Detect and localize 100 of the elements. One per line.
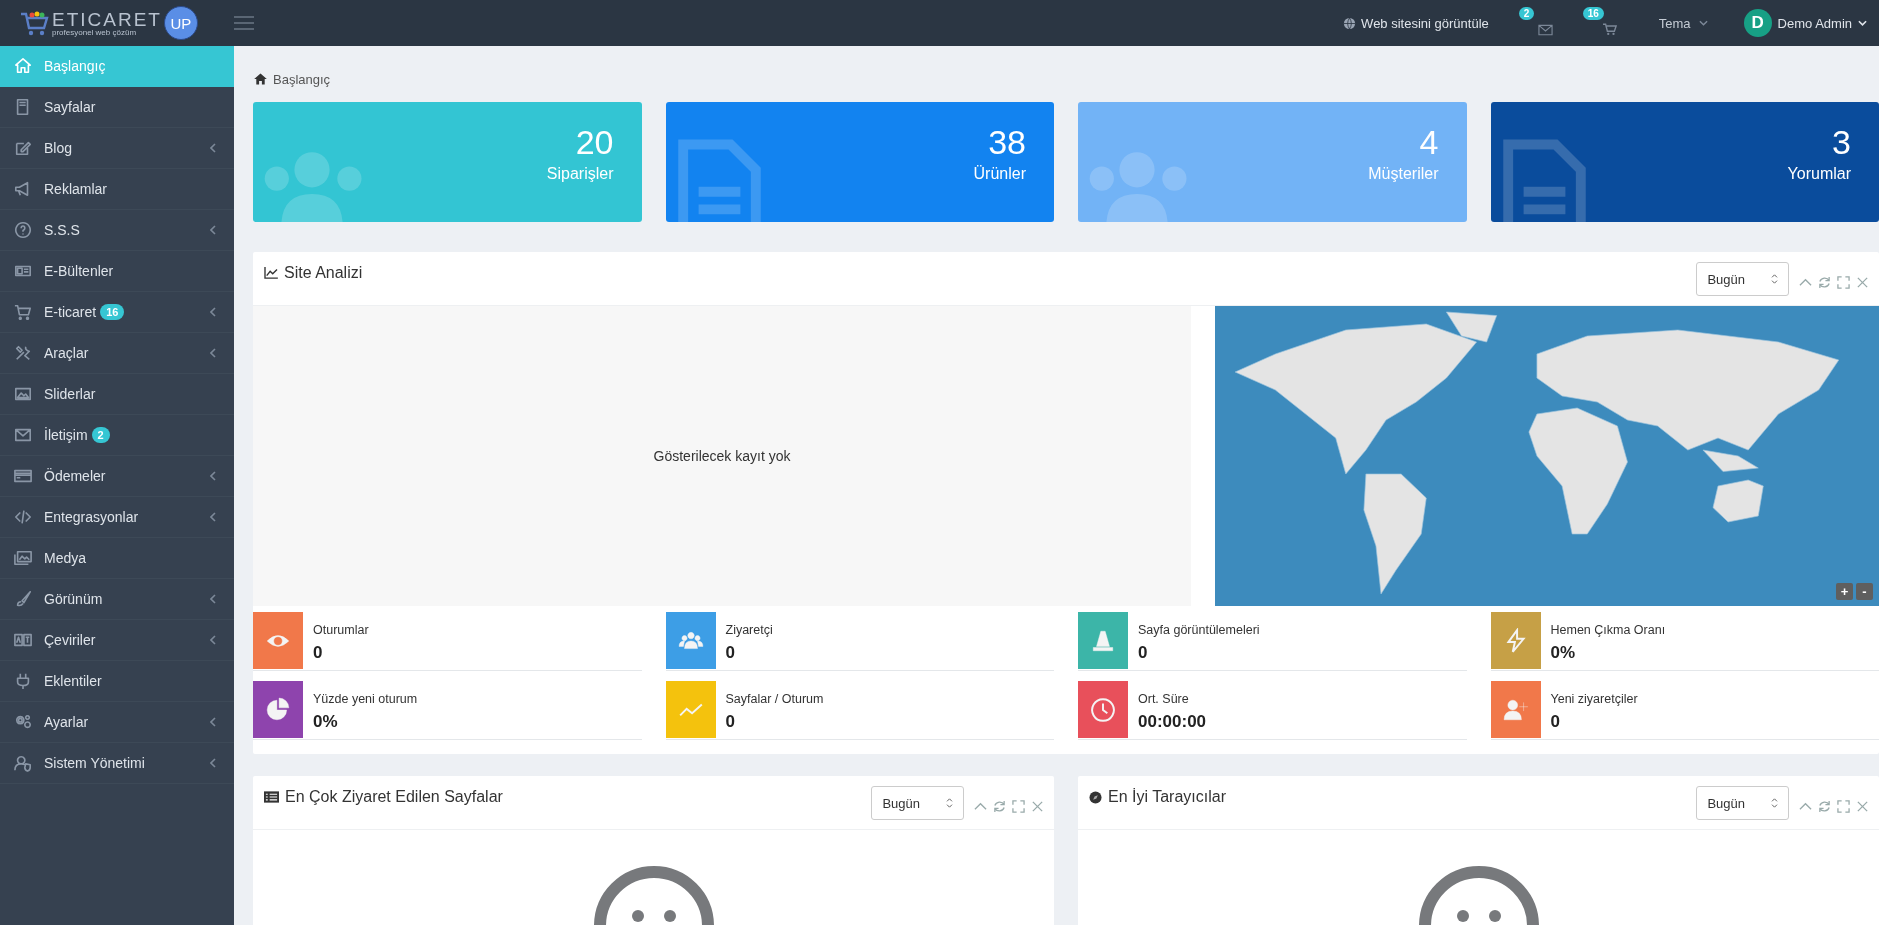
- close-icon[interactable]: [1856, 275, 1869, 289]
- menu-item-icon: [14, 467, 32, 485]
- cart-logo-icon: [20, 9, 50, 37]
- sidebar-item[interactable]: Entegrasyonlar: [0, 497, 234, 538]
- zoom-in-button[interactable]: +: [1836, 583, 1853, 600]
- metric-label: Hemen Çıkma Oranı: [1550, 623, 1666, 637]
- menu-item-icon: [14, 713, 32, 731]
- stat-value: 3: [1832, 124, 1851, 162]
- globe-icon: [1343, 16, 1357, 30]
- pie-icon: [265, 696, 291, 723]
- sidebar-item[interactable]: E-Bültenler: [0, 251, 234, 292]
- sidebar-item[interactable]: Ayarlar: [0, 702, 234, 743]
- cart-icon: [1602, 23, 1617, 36]
- menu-item-icon: [14, 754, 32, 772]
- menu-item-icon: [14, 385, 32, 403]
- sidebar-item[interactable]: Eklentiler: [0, 661, 234, 702]
- sidebar-item[interactable]: Sliderlar: [0, 374, 234, 415]
- logo[interactable]: ETICARET profesyonel web çözüm UP: [20, 6, 200, 40]
- theme-menu[interactable]: Tema: [1658, 15, 1708, 31]
- sidebar-item[interactable]: Sistem Yönetimi: [0, 743, 234, 784]
- metric-value: 0: [725, 712, 736, 732]
- metric-value: 0%: [313, 712, 339, 732]
- metric-label: Ort. Süre: [1138, 692, 1190, 706]
- sort-arrows-icon: [946, 798, 953, 808]
- close-icon[interactable]: [1031, 799, 1044, 813]
- count-badge: 2: [91, 427, 110, 443]
- fullscreen-icon[interactable]: [1837, 275, 1850, 289]
- user-menu[interactable]: D Demo Admin: [1743, 9, 1867, 37]
- metric-value: 0: [313, 643, 324, 663]
- refresh-icon[interactable]: [1818, 799, 1831, 813]
- view-website-link[interactable]: Web sitesini görüntüle: [1343, 15, 1489, 31]
- menu-item-icon: [14, 57, 32, 75]
- sidebar-item[interactable]: Çeviriler: [0, 620, 234, 661]
- metric-label: Sayfalar / Oturum: [725, 692, 824, 706]
- chevron-down-icon: [1858, 20, 1867, 26]
- compass-icon: [1089, 790, 1102, 804]
- stat-value: 38: [988, 124, 1026, 162]
- menu-icon[interactable]: [234, 16, 254, 30]
- line-chart-icon: [264, 267, 278, 279]
- stat-value: 20: [575, 124, 614, 162]
- metric-value: 00:00:00: [1138, 712, 1207, 732]
- logo-badge: UP: [163, 6, 198, 40]
- menu-item-icon: [14, 590, 32, 608]
- sidebar-item[interactable]: Blog: [0, 128, 234, 169]
- notification-count: 16: [1582, 7, 1604, 20]
- count-badge: 16: [100, 304, 125, 320]
- period-select[interactable]: Bugün: [1696, 786, 1789, 820]
- period-select[interactable]: Bugün: [871, 786, 964, 820]
- metric-value: 0: [1138, 643, 1149, 663]
- fullscreen-icon[interactable]: [1837, 799, 1850, 813]
- envelope-icon: [1537, 24, 1553, 36]
- stat-label: Müşteriler: [1368, 165, 1439, 184]
- panel-title: En İyi Tarayıcılar: [1108, 788, 1226, 806]
- sad-face-icon: [1418, 866, 1539, 925]
- sidebar-item[interactable]: Araçlar: [0, 333, 234, 374]
- logo-tagline: profesyonel web çözüm: [52, 28, 138, 37]
- sidebar-item[interactable]: S.S.S: [0, 210, 234, 251]
- clock-icon: [1090, 696, 1116, 723]
- sidebar-item[interactable]: İletişim 2: [0, 415, 234, 456]
- sidebar-item[interactable]: Reklamlar: [0, 169, 234, 210]
- panel-title: Site Analizi: [284, 264, 363, 282]
- stat-label: Siparişler: [546, 165, 614, 184]
- metric-label: Yeni ziyaretçiler: [1550, 692, 1638, 706]
- breadcrumb-item[interactable]: Başlangıç: [273, 71, 331, 87]
- menu-item-icon: [14, 303, 32, 321]
- stat-card[interactable]: 38 Ürünler: [665, 102, 1054, 222]
- stat-card[interactable]: 3 Yorumlar: [1490, 102, 1879, 222]
- sidebar-item[interactable]: Medya: [0, 538, 234, 579]
- metric-label: Oturumlar: [313, 623, 369, 637]
- sidebar-item[interactable]: Ödemeler: [0, 456, 234, 497]
- fullscreen-icon[interactable]: [1012, 799, 1025, 813]
- stat-label: Yorumlar: [1787, 165, 1851, 184]
- sidebar-item[interactable]: E-ticaret 16: [0, 292, 234, 333]
- notification-count: 2: [1518, 7, 1535, 20]
- metric-label: Ziyaretçi: [725, 623, 773, 637]
- metric-label: Sayfa görüntülemeleri: [1138, 623, 1260, 637]
- period-select[interactable]: Bugün: [1696, 262, 1789, 296]
- menu-item-icon: [14, 549, 32, 567]
- logo-wordmark: ETICARET: [52, 9, 162, 29]
- metric-value: 0%: [1550, 643, 1577, 663]
- empty-message: Gösterilecek kayıt yok: [653, 448, 791, 464]
- metric-value: 0: [725, 643, 736, 663]
- sidebar-item[interactable]: Sayfalar: [0, 87, 234, 128]
- close-icon[interactable]: [1856, 799, 1869, 813]
- refresh-icon[interactable]: [1818, 275, 1831, 289]
- sidebar-item[interactable]: Görünüm: [0, 579, 234, 620]
- panel-title: En Çok Ziyaret Edilen Sayfalar: [285, 788, 503, 806]
- home-icon: [253, 72, 268, 86]
- sad-face-icon: [593, 866, 714, 925]
- menu-item-icon: [14, 508, 32, 526]
- zoom-out-button[interactable]: -: [1856, 583, 1873, 600]
- metric-value: 0: [1550, 712, 1561, 732]
- refresh-icon[interactable]: [993, 799, 1006, 813]
- menu-item-icon: [14, 426, 32, 444]
- user-name: Demo Admin: [1777, 15, 1852, 31]
- stat-label: Ürünler: [973, 165, 1026, 184]
- sort-arrows-icon: [1771, 798, 1778, 808]
- metric-label: Yüzde yeni oturum: [313, 692, 418, 706]
- sort-arrows-icon: [1771, 274, 1778, 284]
- avatar: D: [1743, 9, 1772, 37]
